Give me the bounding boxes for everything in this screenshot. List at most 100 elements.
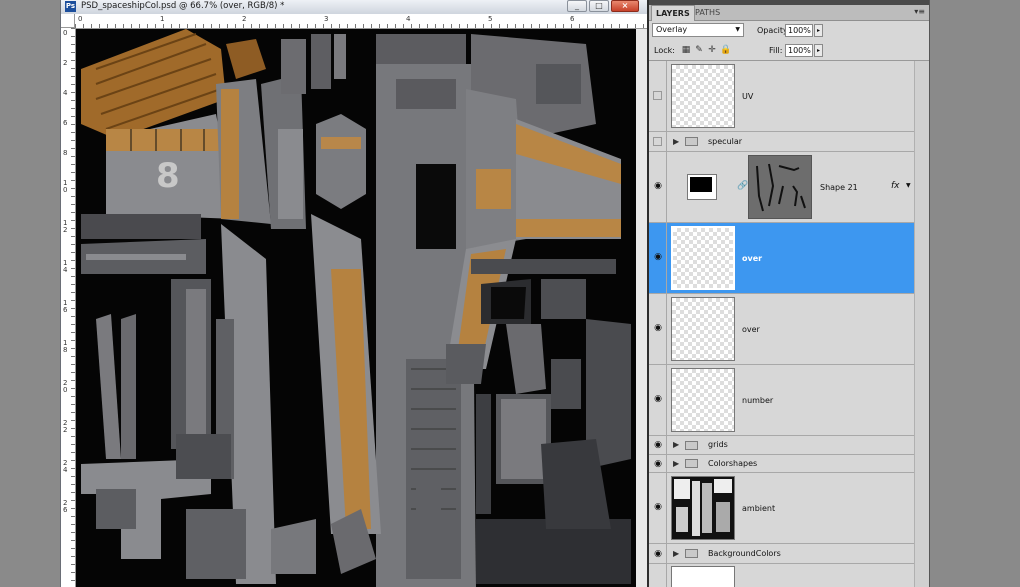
panel-menu-icon[interactable]: ▾≡ (914, 7, 925, 16)
fx-icon[interactable]: fx (891, 181, 900, 191)
folder-icon (685, 441, 698, 450)
expand-arrow-icon[interactable]: ▶ (673, 459, 679, 468)
fill-color-black (690, 177, 712, 192)
ruler-top-number: 6 (570, 15, 575, 23)
document-window: Ps PSD_spaceshipCol.psd @ 66.7% (over, R… (60, 0, 648, 587)
blend-row: Overlay ▼ Opacity: 100% ▸ (649, 21, 929, 41)
visibility-toggle[interactable]: ◉ (649, 152, 667, 222)
layer-group-colorshapes[interactable]: ◉ ▶ Colorshapes (649, 455, 914, 473)
fill-swatch[interactable] (687, 174, 717, 200)
ruler-left-number: 6 (63, 119, 68, 127)
canvas-vertical-scrollbar[interactable] (636, 29, 647, 587)
hull-number-8: 8 (156, 156, 180, 196)
visibility-toggle[interactable]: ◉ (649, 473, 667, 543)
layers-panel: LAYERS PATHS ▾≡ Overlay ▼ Opacity: 100% … (649, 0, 930, 587)
ruler-left-number: 4 (63, 89, 68, 97)
visibility-toggle[interactable]: ◉ (649, 294, 667, 364)
maximize-icon: □ (595, 1, 603, 10)
lock-label: Lock: (654, 46, 675, 55)
close-button[interactable]: × (611, 0, 639, 12)
layer-thumbnail (671, 368, 735, 432)
ruler-left-number: 2 4 (63, 459, 68, 474)
ruler-left-number: 0 (63, 29, 68, 37)
mask-shapes (756, 163, 806, 212)
visibility-toggle[interactable]: ◉ (649, 365, 667, 435)
layer-row-shape-21[interactable]: ◉ 🔗 Shape 21 fx ▼ (649, 152, 914, 223)
layer-row-partial[interactable] (649, 564, 914, 587)
chevron-down-icon[interactable]: ▼ (906, 182, 911, 189)
layer-row-over-selected[interactable]: ◉ over (649, 223, 914, 294)
fill-input[interactable]: 100% (785, 44, 813, 57)
vector-mask-thumbnail[interactable] (748, 155, 812, 219)
lock-all-icon[interactable]: 🔒 (720, 45, 731, 55)
visibility-toggle[interactable] (649, 61, 667, 131)
layer-row-ambient[interactable]: ◉ ambient (649, 473, 914, 544)
layer-row-number[interactable]: ◉ number (649, 365, 914, 436)
group-name: BackgroundColors (708, 549, 781, 558)
tab-paths[interactable]: PATHS (691, 5, 724, 20)
visibility-toggle[interactable]: ◉ (649, 436, 667, 454)
image-canvas[interactable]: 8 (76, 29, 636, 587)
ruler-top-number: 1 (160, 15, 165, 23)
ruler-left-number: 1 6 (63, 299, 68, 314)
photoshop-app-icon: Ps (65, 1, 76, 12)
ruler-left-number: 2 0 (63, 379, 68, 394)
blend-mode-select[interactable]: Overlay ▼ (652, 23, 744, 37)
layer-group-grids[interactable]: ◉ ▶ grids (649, 436, 914, 455)
visibility-toggle[interactable]: ◉ (649, 544, 667, 563)
visibility-toggle[interactable] (649, 564, 667, 587)
eye-icon: ◉ (654, 394, 662, 404)
texture-artwork: 8 (76, 29, 636, 587)
layer-thumbnail (671, 226, 735, 290)
lock-position-icon[interactable]: ✛ (707, 45, 717, 55)
layer-name: ambient (742, 504, 776, 513)
ruler-vertical[interactable]: 0 2 4 6 8 1 0 1 2 1 4 1 6 1 8 2 0 2 2 2 … (61, 28, 76, 587)
ruler-top-number: 2 (242, 15, 247, 23)
eye-icon: ◉ (654, 252, 662, 262)
layer-row-over[interactable]: ◉ over (649, 294, 914, 365)
ruler-left-number: 2 6 (63, 499, 68, 514)
visibility-toggle[interactable]: ◉ (649, 223, 667, 293)
lock-row: Lock: ▦ ✎ ✛ 🔒 Fill: 100% ▸ (649, 41, 929, 61)
minimize-icon: _ (575, 1, 579, 10)
opacity-slider-toggle[interactable]: ▸ (814, 24, 823, 37)
visibility-off-icon (653, 137, 662, 146)
visibility-toggle[interactable]: ◉ (649, 455, 667, 472)
maximize-button[interactable]: □ (589, 0, 609, 12)
ruler-left-number: 2 (63, 59, 68, 67)
group-name: Colorshapes (708, 459, 758, 468)
layer-list: UV ▶ specular ◉ 🔗 Shape 21 fx ▼ ◉ over ◉… (649, 61, 914, 587)
link-icon[interactable]: 🔗 (737, 181, 748, 191)
expand-arrow-icon[interactable]: ▶ (673, 137, 679, 146)
group-name: grids (708, 440, 728, 449)
expand-arrow-icon[interactable]: ▶ (673, 549, 679, 558)
layer-group-specular[interactable]: ▶ specular (649, 132, 914, 152)
layer-name: Shape 21 (820, 183, 858, 192)
ruler-top-number: 5 (488, 15, 493, 23)
eye-icon: ◉ (654, 502, 662, 512)
layer-group-backgroundcolors[interactable]: ◉ ▶ BackgroundColors (649, 544, 914, 564)
eye-icon: ◉ (654, 323, 662, 333)
layer-thumbnail (671, 64, 735, 128)
expand-arrow-icon[interactable]: ▶ (673, 440, 679, 449)
folder-icon (685, 137, 698, 146)
layer-list-scrollbar[interactable] (914, 61, 929, 587)
eye-icon: ◉ (654, 549, 662, 559)
opacity-input[interactable]: 100% (785, 24, 813, 37)
document-titlebar[interactable]: Ps PSD_spaceshipCol.psd @ 66.7% (over, R… (61, 0, 647, 15)
minimize-button[interactable]: _ (567, 0, 587, 12)
workspace-background (930, 0, 1020, 587)
visibility-toggle[interactable] (649, 132, 667, 151)
tab-layers[interactable]: LAYERS (651, 5, 695, 21)
layer-row-uv[interactable]: UV (649, 61, 914, 132)
ruler-top-number: 4 (406, 15, 411, 23)
fill-slider-toggle[interactable]: ▸ (814, 44, 823, 57)
lock-pixels-icon[interactable]: ✎ (694, 45, 704, 55)
ruler-top-number: 0 (78, 15, 83, 23)
lock-transparency-icon[interactable]: ▦ (681, 45, 691, 55)
ruler-horizontal[interactable]: 0 1 2 3 4 5 6 (75, 14, 647, 29)
ambient-thumbnail-art (672, 477, 734, 539)
document-title: PSD_spaceshipCol.psd @ 66.7% (over, RGB/… (81, 1, 285, 11)
ruler-origin[interactable] (61, 14, 75, 28)
layer-name: number (742, 396, 774, 405)
